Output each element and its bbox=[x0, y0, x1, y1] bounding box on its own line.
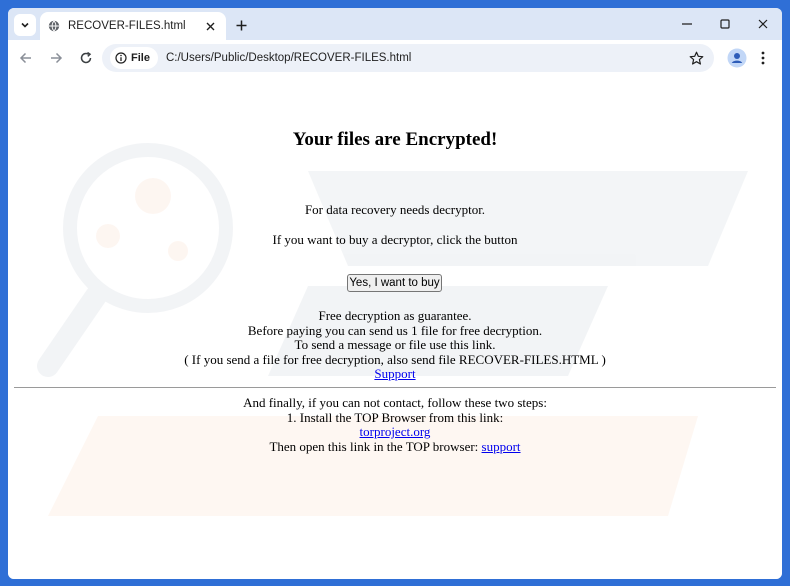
close-window-button[interactable] bbox=[744, 8, 782, 40]
address-bar[interactable]: File C:/Users/Public/Desktop/RECOVER-FIL… bbox=[102, 44, 714, 72]
tab-close-button[interactable] bbox=[202, 18, 218, 34]
star-icon bbox=[689, 51, 703, 65]
info-icon bbox=[115, 52, 127, 64]
tab-title: RECOVER-FILES.html bbox=[68, 20, 186, 32]
arrow-left-icon bbox=[19, 52, 31, 64]
maximize-icon bbox=[720, 19, 730, 29]
support-link[interactable]: Support bbox=[374, 366, 415, 381]
globe-icon bbox=[48, 20, 60, 32]
site-info-label: File bbox=[131, 52, 150, 64]
more-vertical-icon bbox=[761, 51, 765, 65]
arrow-right-icon bbox=[51, 52, 63, 64]
bookmark-button[interactable] bbox=[686, 48, 706, 68]
forward-button[interactable] bbox=[42, 44, 70, 72]
browser-frame: RECOVER-FILES.html File C:/Users/Public/… bbox=[8, 8, 782, 579]
tab-strip: RECOVER-FILES.html bbox=[8, 8, 782, 40]
finally-text: And finally, if you can not contact, fol… bbox=[243, 395, 547, 410]
minimize-icon bbox=[682, 23, 692, 25]
support-link-tor[interactable]: support bbox=[482, 439, 521, 454]
torproject-link[interactable]: torproject.org bbox=[360, 424, 431, 439]
support-link-line: Support bbox=[8, 366, 782, 381]
close-icon bbox=[758, 19, 768, 29]
window-controls bbox=[668, 8, 782, 40]
minimize-button[interactable] bbox=[668, 8, 706, 40]
send-message-text: To send a message or file use this link. bbox=[294, 337, 496, 352]
maximize-button[interactable] bbox=[706, 8, 744, 40]
new-tab-button[interactable] bbox=[232, 16, 250, 34]
site-info-chip[interactable]: File bbox=[110, 47, 158, 69]
url-text[interactable]: C:/Users/Public/Desktop/RECOVER-FILES.ht… bbox=[166, 52, 686, 64]
browser-menu-button[interactable] bbox=[752, 47, 774, 69]
buy-prompt-text: If you want to buy a decryptor, click th… bbox=[272, 232, 518, 247]
back-button[interactable] bbox=[12, 44, 40, 72]
chevron-down-icon bbox=[21, 22, 29, 28]
guarantee-text: Free decryption as guarantee. bbox=[318, 308, 472, 323]
browser-toolbar: File C:/Users/Public/Desktop/RECOVER-FIL… bbox=[8, 40, 782, 76]
open-link-line: Then open this link in the TOP browser: … bbox=[8, 439, 782, 454]
reload-button[interactable] bbox=[72, 44, 100, 72]
avatar-icon bbox=[727, 48, 747, 68]
free-decryption-text: Before paying you can send us 1 file for… bbox=[247, 323, 543, 338]
tab-active[interactable]: RECOVER-FILES.html bbox=[40, 12, 226, 40]
reload-icon bbox=[80, 51, 92, 64]
profile-button[interactable] bbox=[726, 47, 748, 69]
close-icon bbox=[206, 22, 214, 30]
also-send-text: ( If you send a file for free decryption… bbox=[184, 352, 606, 367]
plus-icon bbox=[236, 20, 246, 30]
horizontal-rule bbox=[14, 387, 776, 388]
install-step-text: 1. Install the TOP Browser from this lin… bbox=[286, 410, 504, 425]
tab-search-button[interactable] bbox=[14, 14, 36, 36]
tor-link-line: torproject.org bbox=[8, 424, 782, 439]
recovery-text: For data recovery needs decryptor. bbox=[304, 202, 486, 217]
buy-button[interactable]: Yes, I want to buy bbox=[347, 274, 442, 292]
open-link-text: Then open this link in the TOP browser: bbox=[269, 439, 479, 454]
page-heading: Your files are Encrypted! bbox=[292, 129, 498, 150]
browser-window: RECOVER-FILES.html File C:/Users/Public/… bbox=[0, 0, 790, 586]
page-content: Your files are Encrypted! For data recov… bbox=[8, 76, 782, 579]
